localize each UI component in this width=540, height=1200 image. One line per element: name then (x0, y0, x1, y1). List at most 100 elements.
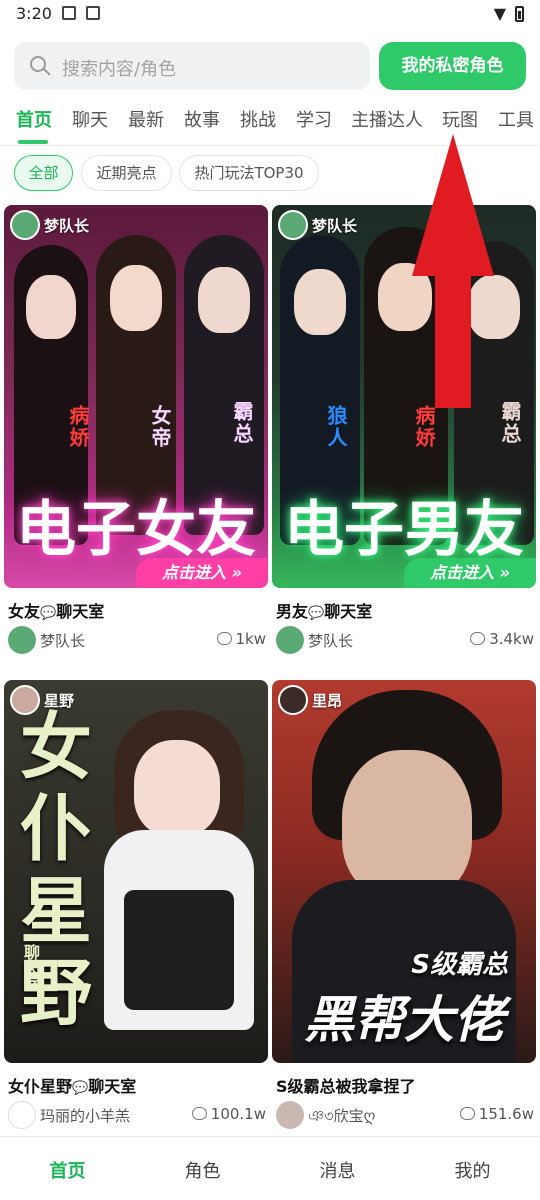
author-name: 梦队长 (312, 216, 358, 235)
app-notification-icon (86, 6, 100, 20)
bottom-navigation: 首页 角色 消息 我的 (0, 1136, 540, 1200)
user-name[interactable]: ঞ৩欣宝ღ (308, 1105, 375, 1130)
user-name[interactable]: 梦队长 (308, 630, 353, 651)
tab-images[interactable]: 玩图 (442, 106, 478, 132)
chat-count: 100.1w (191, 1105, 266, 1123)
status-bar: 3:20 ▼ (0, 0, 540, 30)
tab-tools[interactable]: 工具 (498, 106, 534, 132)
user-name[interactable]: 玛丽的小羊羔 (40, 1105, 130, 1126)
search-placeholder: 搜索内容/角色 (62, 59, 177, 80)
cover-tag: 女帝 (148, 405, 172, 449)
author-avatar (278, 685, 308, 715)
author-name: 里昂 (312, 691, 343, 710)
character-face (26, 275, 76, 339)
chat-count-value: 1kw (235, 630, 267, 648)
card-title-text: 男友 (276, 602, 309, 621)
card-cover[interactable]: 女仆星野 聊天室 星野 (4, 680, 268, 1063)
cover-big-title: 电子男友 (284, 495, 524, 565)
card-meta: 玛丽的小羊羔 100.1w (8, 1101, 268, 1131)
enter-button[interactable]: 点击进入 » (136, 558, 268, 588)
comment-icon (216, 632, 232, 645)
chip-recent-highlights[interactable]: 近期亮点 (81, 155, 172, 191)
character-face (198, 267, 250, 333)
author-avatar (10, 685, 40, 715)
card-gang-boss[interactable]: S级霸总 黑帮大佬 里昂 S级霸总被我拿捏了 ঞ৩欣宝ღ 151.6w (272, 680, 536, 1136)
chat-count: 1kw (216, 630, 267, 648)
wifi-icon: ▼ (493, 4, 506, 23)
card-title[interactable]: 男友💬聊天室 (276, 598, 372, 622)
card-meta: ঞ৩欣宝ღ 151.6w (276, 1101, 536, 1131)
card-title-suffix: 聊天室 (88, 1077, 137, 1096)
chat-count: 151.6w (459, 1105, 534, 1123)
cover-tag: 狼人 (324, 405, 348, 449)
card-title[interactable]: S级霸总被我拿捏了 (276, 1073, 416, 1097)
card-meta: 梦队长 1kw (8, 626, 268, 656)
cover-tag: 霸总 (498, 401, 522, 445)
enter-button[interactable]: 点击进入 » (404, 558, 536, 588)
active-tab-indicator (18, 140, 48, 144)
chat-count-value: 3.4kw (489, 630, 534, 648)
user-avatar[interactable] (8, 626, 36, 654)
chat-count-value: 100.1w (210, 1105, 266, 1123)
chip-hot-top30[interactable]: 热门玩法TOP30 (179, 155, 319, 191)
comment-icon (459, 1107, 475, 1120)
tab-story[interactable]: 故事 (184, 106, 220, 132)
search-input[interactable]: 搜索内容/角色 (14, 42, 370, 90)
character-dress (124, 890, 234, 1010)
cover-tag: 病娇 (66, 405, 90, 449)
card-e-girlfriend[interactable]: 病娇 女帝 霸总 电子女友 点击进入 » 梦队长 女友💬聊天室 梦队长 1kw (4, 205, 268, 661)
chip-all[interactable]: 全部 (14, 155, 73, 191)
image-notification-icon (62, 6, 76, 20)
author-avatar (278, 210, 308, 240)
cover-big-title: 电子女友 (16, 495, 256, 565)
author-name: 梦队长 (44, 216, 90, 235)
cover-big-title: 黑帮大佬 (304, 990, 504, 1049)
my-private-characters-button[interactable]: 我的私密角色 (379, 42, 526, 90)
tab-chat[interactable]: 聊天 (72, 106, 108, 132)
comment-icon (470, 632, 486, 645)
cover-tag: 聊天室 (21, 944, 40, 992)
card-title[interactable]: 女仆星野💬聊天室 (8, 1073, 136, 1097)
tab-challenge[interactable]: 挑战 (240, 106, 276, 132)
card-title-text: S级霸总被我拿捏了 (276, 1077, 416, 1096)
card-e-boyfriend[interactable]: 狼人 病娇 霸总 电子男友 点击进入 » 梦队长 男友💬聊天室 梦队长 3.4k… (272, 205, 536, 661)
character-face (294, 269, 346, 335)
user-avatar[interactable] (276, 1101, 304, 1129)
chat-bubble-icon: 💬 (40, 606, 57, 621)
search-icon (30, 56, 46, 72)
character-face (342, 750, 472, 900)
cover-author: 梦队长 (278, 210, 357, 240)
character-face (134, 740, 220, 836)
cover-tag: 霸总 (230, 401, 254, 445)
nav-characters[interactable]: 角色 (135, 1157, 270, 1183)
character-face (110, 265, 162, 331)
author-name: 星野 (44, 691, 75, 710)
chat-bubble-icon: 💬 (308, 606, 325, 621)
card-title-text: 女仆星野 (8, 1077, 73, 1096)
red-arrow-annotation (412, 134, 494, 408)
user-name[interactable]: 梦队长 (40, 630, 85, 651)
tab-home[interactable]: 首页 (16, 106, 52, 132)
cover-tag: S级霸总 (411, 950, 508, 980)
card-maid-hoshino[interactable]: 女仆星野 聊天室 星野 女仆星野💬聊天室 玛丽的小羊羔 100.1w (4, 680, 268, 1136)
chat-bubble-icon: 💬 (72, 1081, 89, 1096)
status-time: 3:20 (16, 4, 52, 23)
cover-author: 星野 (10, 685, 74, 715)
card-cover[interactable]: 病娇 女帝 霸总 电子女友 点击进入 » 梦队长 (4, 205, 268, 588)
arrow-shape (412, 134, 494, 408)
card-title[interactable]: 女友💬聊天室 (8, 598, 104, 622)
tab-streamer[interactable]: 主播达人 (351, 106, 423, 132)
tab-latest[interactable]: 最新 (128, 106, 164, 132)
card-cover[interactable]: S级霸总 黑帮大佬 里昂 (272, 680, 536, 1063)
tab-study[interactable]: 学习 (296, 106, 332, 132)
cover-tag: 病娇 (412, 405, 436, 449)
comment-icon (191, 1107, 207, 1120)
cover-author: 梦队长 (10, 210, 89, 240)
nav-me[interactable]: 我的 (405, 1157, 540, 1183)
card-cover[interactable]: 狼人 病娇 霸总 电子男友 点击进入 » 梦队长 (272, 205, 536, 588)
user-avatar[interactable] (8, 1101, 36, 1129)
card-title-suffix: 聊天室 (56, 602, 105, 621)
nav-home[interactable]: 首页 (0, 1157, 135, 1183)
user-avatar[interactable] (276, 626, 304, 654)
nav-messages[interactable]: 消息 (270, 1157, 405, 1183)
